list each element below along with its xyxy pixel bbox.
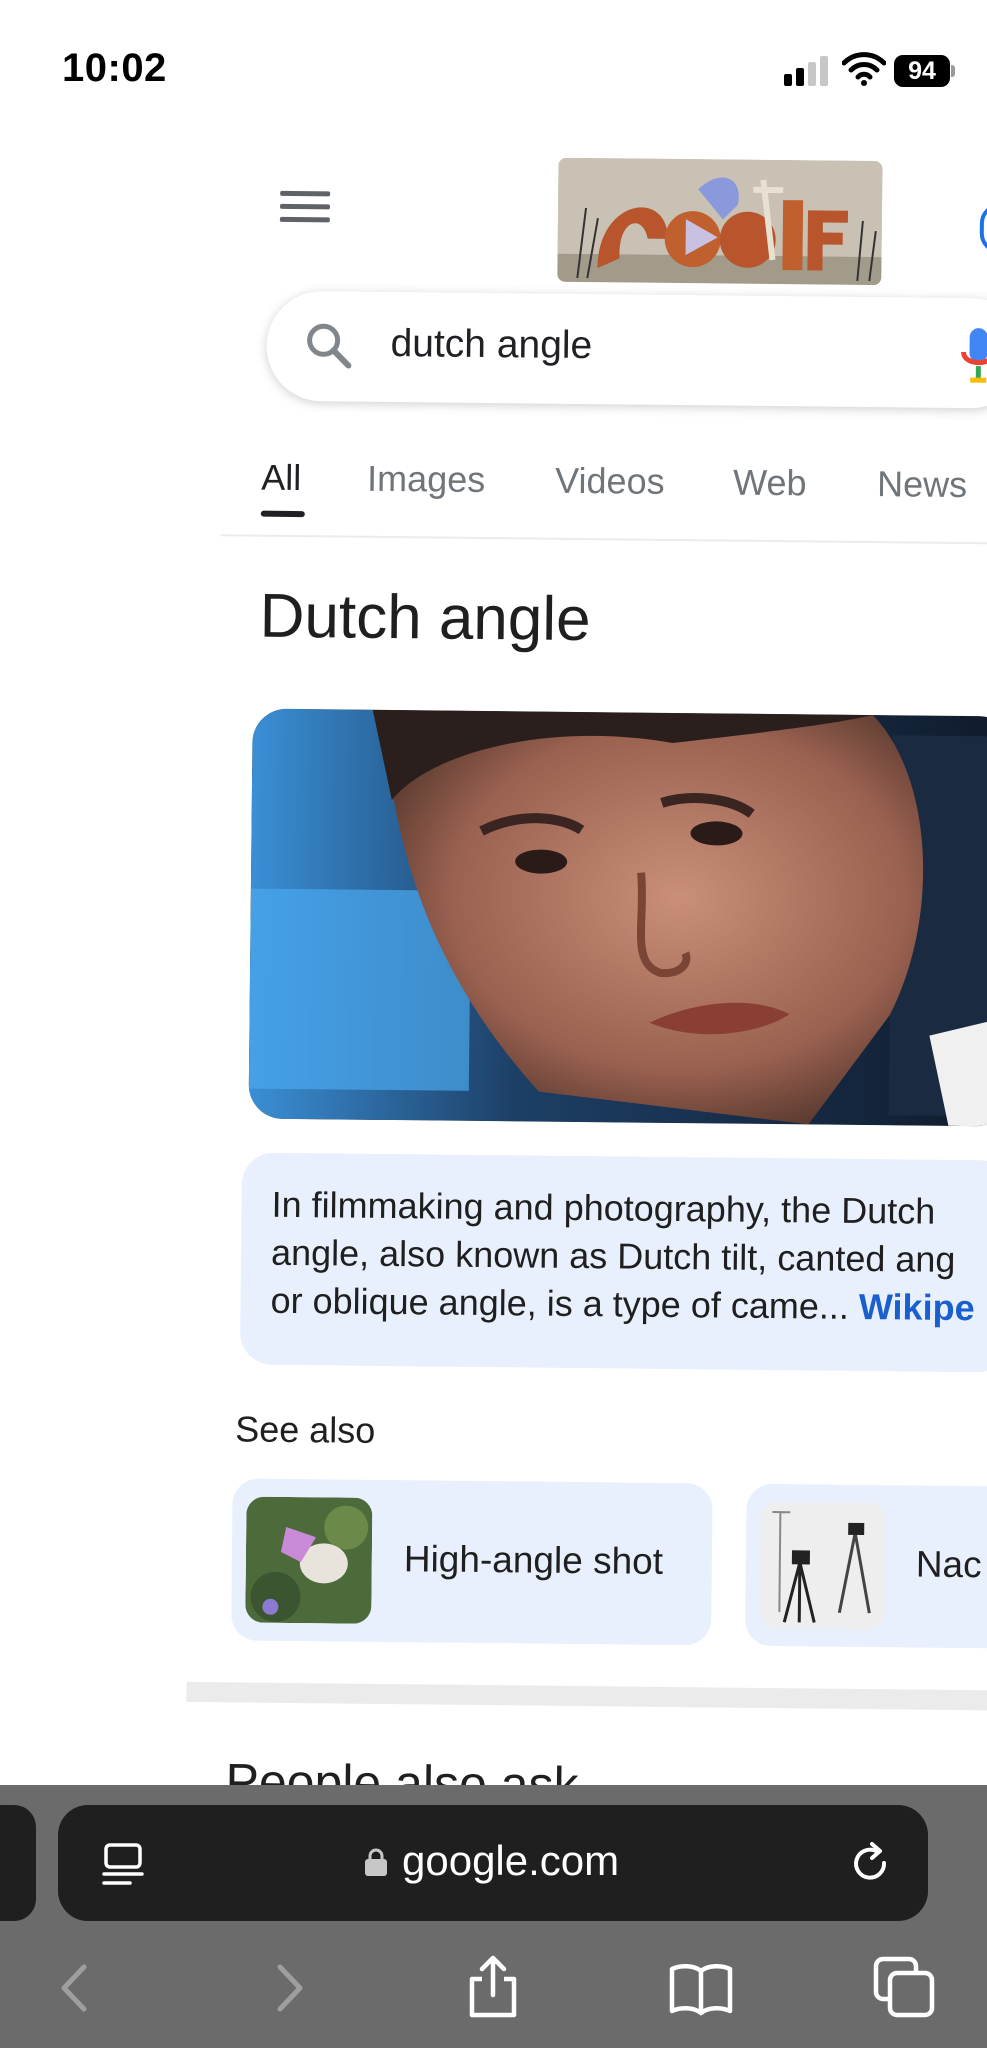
knowledge-panel-title: Dutch angle	[259, 581, 591, 655]
description-line-2: angle, also known as Dutch tilt, canted …	[270, 1231, 956, 1280]
forward-arrow-icon[interactable]	[254, 1953, 324, 2023]
menu-icon[interactable]	[279, 187, 331, 228]
see-also-thumbnail-2	[759, 1501, 887, 1630]
tab-web[interactable]: Web	[733, 462, 807, 505]
lock-icon	[364, 1847, 388, 1877]
description-line-1: In filmmaking and photography, the Dutch	[271, 1183, 936, 1232]
knowledge-panel-description[interactable]: In filmmaking and photography, the Dutch…	[239, 1152, 987, 1373]
share-icon[interactable]	[458, 1953, 528, 2023]
section-divider	[186, 1681, 987, 1711]
back-arrow-icon[interactable]	[40, 1953, 110, 2023]
active-tab-indicator	[260, 510, 305, 518]
tab-videos[interactable]: Videos	[555, 460, 665, 503]
microphone-icon[interactable]	[958, 326, 987, 386]
search-input[interactable]: dutch angle	[265, 290, 987, 409]
tab-all[interactable]: All	[261, 457, 301, 499]
knowledge-panel-image[interactable]	[248, 708, 987, 1127]
tabs-overview-icon[interactable]	[870, 1953, 940, 2023]
see-also-label: High-angle shot	[403, 1538, 664, 1582]
tab-images[interactable]: Images	[367, 458, 485, 501]
previous-tab-preview[interactable]	[0, 1805, 36, 1921]
high-angle-shot-thumbnail	[245, 1496, 373, 1624]
browser-toolbar: google.com	[0, 1785, 987, 2048]
see-also-card-2[interactable]: Nac	[744, 1483, 987, 1649]
see-also-card-high-angle-shot[interactable]: High-angle shot	[231, 1478, 713, 1646]
search-tabs: All Images Videos Web News	[219, 440, 987, 548]
url-text: google.com	[402, 1837, 620, 1884]
wikipedia-link[interactable]: Wikipe	[859, 1286, 975, 1328]
see-also-label: Nac	[915, 1543, 982, 1586]
google-doodle-logo[interactable]	[557, 157, 883, 286]
page-menu-icon[interactable]	[102, 1843, 144, 1887]
tab-news[interactable]: News	[877, 463, 967, 506]
search-query: dutch angle	[390, 321, 593, 368]
bookmarks-icon[interactable]	[666, 1953, 736, 2023]
address-bar[interactable]: google.com	[58, 1805, 928, 1921]
people-also-ask-heading: People also ask	[225, 1753, 579, 1785]
description-line-3: or oblique angle, is a type of came...	[270, 1279, 850, 1327]
search-icon	[302, 319, 355, 372]
see-also-heading: See also	[235, 1408, 376, 1451]
account-avatar[interactable]	[979, 203, 987, 254]
reload-icon[interactable]	[848, 1841, 894, 1887]
search-results-page: dutch angle All Images Videos Web News D…	[0, 0, 987, 1785]
